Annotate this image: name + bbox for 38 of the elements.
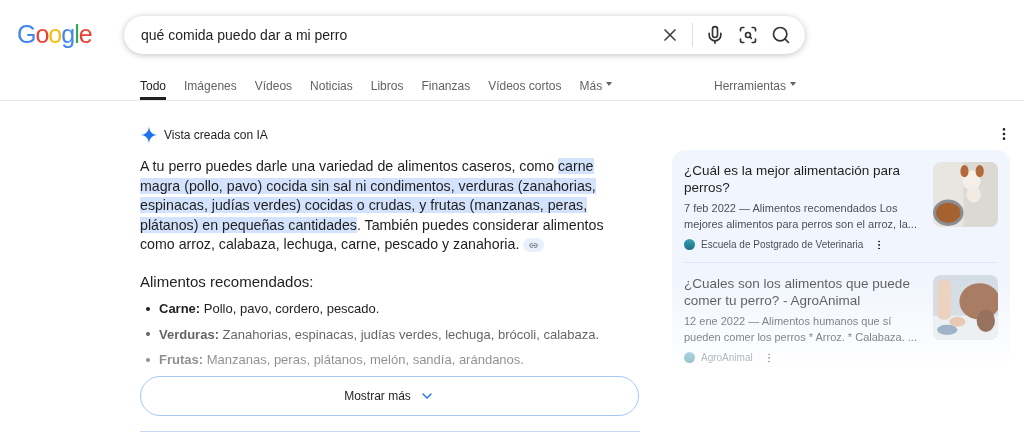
search-tab[interactable]: Todo: [140, 70, 167, 100]
caret-icon: [790, 82, 796, 86]
google-logo[interactable]: Google: [17, 16, 124, 54]
source-snippet: 7 feb 2022 — Alimentos recomendados Los mejores alimentos para perros son el arroz, la...: [684, 201, 918, 232]
bullet-icon: [146, 332, 150, 337]
ai-overview-label: Vista creada con IA: [164, 127, 268, 144]
search-icon[interactable]: [771, 25, 791, 45]
source-title[interactable]: ¿Cuales son los alimentos que puede comer tu perro? - AgroAnimal: [684, 275, 921, 309]
camera-icon[interactable]: [738, 25, 758, 45]
source-snippet: 12 ene 2022 — Alimentos humanos que sí pueden comer los perros * Arroz. * Calabaza. ...: [684, 314, 918, 345]
tools-button[interactable]: Herramientas: [713, 70, 796, 100]
search-tab[interactable]: Vídeos cortos: [488, 70, 562, 100]
search-tab[interactable]: Más: [579, 70, 613, 100]
sparkle-icon: [140, 126, 158, 144]
search-tab[interactable]: Finanzas: [421, 70, 471, 100]
source-title[interactable]: ¿Cuál es la mejor alimentación para perros?: [684, 162, 921, 196]
bullet-icon: [146, 357, 150, 362]
show-more-button[interactable]: Mostrar más: [140, 375, 639, 416]
list-item: Frutas: Manzanas, peras, plátanos, melón, sandía, arándanos.: [159, 351, 524, 369]
search-tab[interactable]: Noticias: [310, 70, 353, 100]
bullet-icon: [146, 306, 150, 311]
list-title: Alimentos recomendados:: [140, 271, 315, 292]
site-icon: [684, 239, 695, 250]
link-chip[interactable]: [523, 238, 545, 253]
microphone-icon[interactable]: [705, 25, 725, 45]
link-icon: [529, 240, 539, 250]
list-item: Carne: Pollo, pavo, cordero, pescado.: [159, 300, 380, 318]
source-site: Escuela de Postgrado de Veterinaria: [701, 238, 864, 252]
search-tab[interactable]: Imágenes: [184, 70, 237, 100]
ai-answer-paragraph: A tu perro puedes darle una variedad de alimentos caseros, como carne magra (pollo, pavo) cocida sin sal ni condimentos, verduras (zanahorias, espinacas, judías verdes) cocidas o crudas, y frutas (manzanas, peras, plátanos) en pequeñas cantidades. También puedes considerar alimentos como arroz, calabaza, lechuga, carne, pescado y zanahoria.: [140, 157, 605, 255]
source-site: AgroAnimal: [701, 351, 753, 365]
caret-icon: [606, 82, 613, 86]
search-tab[interactable]: Libros: [370, 70, 404, 100]
site-icon: [684, 352, 695, 363]
search-tab[interactable]: Vídeos: [254, 70, 293, 100]
list-item: Verduras: Zanahorias, espinacas, judías verdes, lechuga, brócoli, calabaza.: [159, 325, 600, 344]
search-field[interactable]: qué comida puedo dar a mi perro: [124, 16, 805, 54]
search-query: qué comida puedo dar a mi perro: [141, 25, 349, 45]
